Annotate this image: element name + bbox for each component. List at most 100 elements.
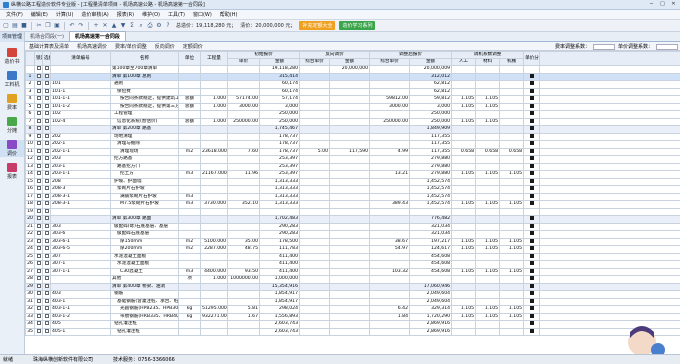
table-row[interactable]: 7 102-4 信息化系统(暂估价) 总额 1.000 250000.00 250,000 2… <box>25 117 680 127</box>
table-row[interactable]: 26 307-1 水泥混凝土面板 411,400 454,608 <box>25 260 680 269</box>
checkbox-icon[interactable] <box>529 179 534 183</box>
select-checkbox[interactable] <box>42 155 51 164</box>
lock-checkbox[interactable] <box>34 162 43 172</box>
checkbox-icon[interactable] <box>44 96 49 101</box>
checkbox-icon[interactable] <box>44 74 49 78</box>
lock-checkbox[interactable] <box>34 260 43 269</box>
analysis-checkbox[interactable] <box>523 267 541 277</box>
checkbox-icon[interactable] <box>44 314 49 318</box>
checkbox-icon[interactable] <box>36 66 41 71</box>
checkbox-icon[interactable] <box>44 186 49 191</box>
analysis-checkbox[interactable] <box>523 312 541 322</box>
analysis-checkbox[interactable] <box>523 275 541 284</box>
lock-checkbox[interactable] <box>34 222 43 232</box>
table-row[interactable]: 30 403 钢筋 1,854,917 2,049,604 <box>25 290 680 299</box>
checkbox-icon[interactable] <box>529 224 534 228</box>
project-management-tab[interactable]: 项目管理 <box>0 32 25 42</box>
lock-checkbox[interactable] <box>34 155 43 164</box>
table-row[interactable]: 9 202 场地清理 178,737 117,355 <box>25 132 680 142</box>
menu-tools[interactable]: 工具(T) <box>164 11 189 18</box>
analysis-checkbox[interactable] <box>523 87 541 97</box>
table-row[interactable]: 19 <box>25 207 680 217</box>
checkbox-icon[interactable] <box>44 224 49 228</box>
analysis-checkbox[interactable] <box>523 95 541 104</box>
checkbox-icon[interactable] <box>529 254 534 258</box>
checkbox-icon[interactable] <box>36 321 41 326</box>
select-checkbox[interactable] <box>42 170 51 179</box>
select-checkbox[interactable] <box>42 117 51 127</box>
checkbox-icon[interactable] <box>529 246 534 251</box>
checkbox-icon[interactable] <box>529 186 534 191</box>
select-checkbox[interactable] <box>42 267 51 277</box>
checkbox-icon[interactable] <box>44 156 49 161</box>
checkbox-icon[interactable] <box>529 299 534 303</box>
search-icon[interactable]: ⌕ <box>137 22 145 30</box>
checkbox-icon[interactable] <box>36 239 41 243</box>
checkbox-icon[interactable] <box>36 201 41 206</box>
checkbox-icon[interactable] <box>36 291 41 296</box>
sidebar-item-adjust[interactable]: 调价 <box>0 140 24 157</box>
lock-checkbox[interactable] <box>34 102 43 112</box>
lock-checkbox[interactable] <box>34 305 43 314</box>
table-row[interactable]: 28 其他项 1.000 1000000.00 1,000,000 <box>25 275 680 284</box>
menu-maintain[interactable]: 维护(O) <box>138 11 164 18</box>
checkbox-icon[interactable] <box>529 126 534 131</box>
select-checkbox[interactable] <box>42 125 51 134</box>
checkbox-icon[interactable] <box>44 119 49 123</box>
select-checkbox[interactable] <box>42 102 51 112</box>
price-coef-input[interactable] <box>656 43 678 50</box>
table-row[interactable]: 10 202-1 清理与掘除 178,737 117,355 <box>25 140 680 149</box>
save-icon[interactable]: ■ <box>20 22 28 30</box>
checkbox-icon[interactable] <box>529 81 534 86</box>
select-checkbox[interactable] <box>42 87 51 97</box>
lock-checkbox[interactable] <box>34 117 43 127</box>
checkbox-icon[interactable] <box>44 104 49 108</box>
paste-icon[interactable]: ▣ <box>53 22 61 30</box>
analysis-checkbox[interactable] <box>523 252 541 262</box>
checkbox-icon[interactable] <box>36 254 41 258</box>
checkbox-icon[interactable] <box>36 186 41 191</box>
checkbox-icon[interactable] <box>44 149 49 153</box>
table-row[interactable]: 8 清单 第200章 路基 1,745,467 1,849,909 <box>25 125 680 134</box>
checkbox-icon[interactable] <box>44 276 49 281</box>
copy-icon[interactable]: ❐ <box>44 22 52 30</box>
select-checkbox[interactable] <box>42 177 51 187</box>
move-down-icon[interactable]: ▼ <box>119 22 127 30</box>
insert-icon[interactable]: + <box>92 22 100 30</box>
checkbox-icon[interactable] <box>529 261 534 266</box>
checkbox-icon[interactable] <box>36 149 41 153</box>
checkbox-icon[interactable] <box>529 171 534 176</box>
table-row[interactable]: 3 101-1 保险费 60,174 62,812 <box>25 87 680 97</box>
checkbox-icon[interactable] <box>36 179 41 183</box>
checkbox-icon[interactable] <box>529 239 534 243</box>
checkbox-icon[interactable] <box>529 96 534 101</box>
checkbox-icon[interactable] <box>44 299 49 303</box>
checkbox-icon[interactable] <box>529 194 534 198</box>
checkbox-icon[interactable] <box>529 321 534 326</box>
table-row[interactable]: 4 101-1-1按合同条款规定，提供建筑工程一切险总额1.00057174.00… <box>25 95 680 104</box>
lock-checkbox[interactable] <box>34 140 43 149</box>
checkbox-icon[interactable] <box>36 329 41 333</box>
lock-checkbox[interactable] <box>34 297 43 307</box>
analysis-checkbox[interactable] <box>523 80 541 89</box>
print-icon[interactable]: ⎙ <box>146 22 154 30</box>
analysis-checkbox[interactable] <box>523 207 541 217</box>
checkbox-icon[interactable] <box>44 321 49 326</box>
checkbox-icon[interactable] <box>44 194 49 198</box>
lock-checkbox[interactable] <box>34 192 43 202</box>
analysis-checkbox[interactable] <box>523 215 541 224</box>
select-checkbox[interactable] <box>42 327 51 337</box>
lock-checkbox[interactable] <box>34 147 43 157</box>
subtab-quota[interactable]: 定额调价 <box>179 43 207 50</box>
analysis-checkbox[interactable] <box>523 140 541 149</box>
analysis-checkbox[interactable] <box>523 192 541 202</box>
checkbox-icon[interactable] <box>36 224 41 228</box>
checkbox-icon[interactable] <box>44 141 49 146</box>
table-row[interactable]: 33 403-1-2 带肋钢筋(HRB335、HRB400) kg 932271.000… <box>25 312 680 322</box>
checkbox-icon[interactable] <box>529 164 534 168</box>
checkbox-icon[interactable] <box>44 239 49 243</box>
select-checkbox[interactable] <box>42 215 51 224</box>
analysis-checkbox[interactable] <box>523 290 541 299</box>
analysis-checkbox[interactable] <box>523 222 541 232</box>
table-row[interactable]: 32 403-1-1 光圆钢筋(HPB235、HPB300) kg 51295.000 5… <box>25 305 680 314</box>
